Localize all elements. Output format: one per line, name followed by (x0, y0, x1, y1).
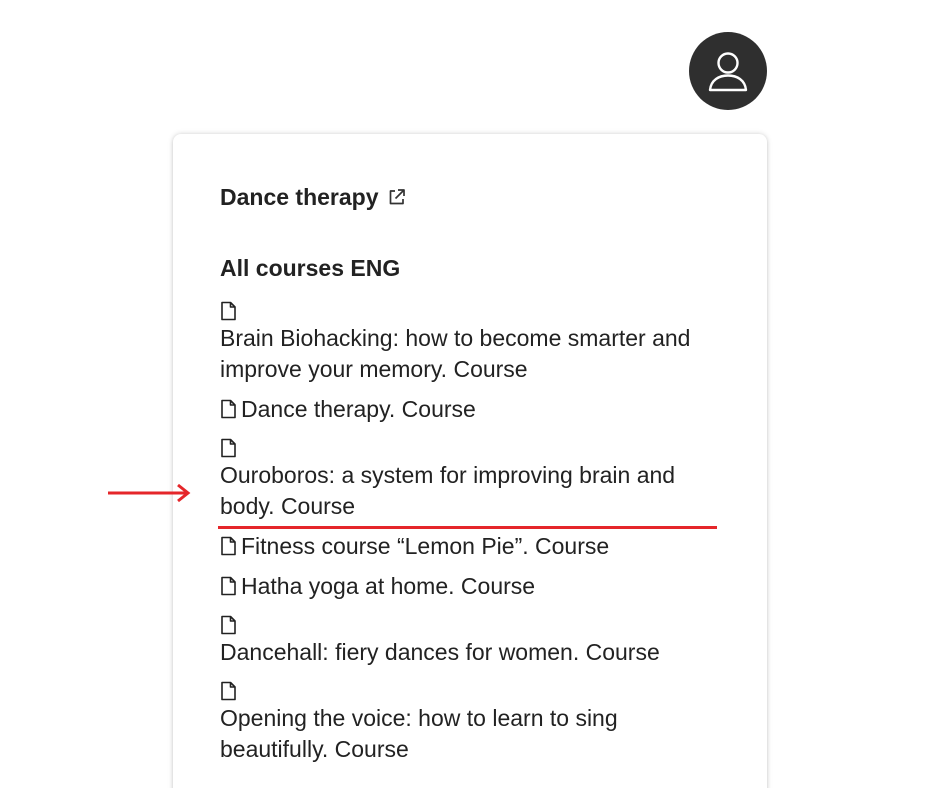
course-label: Opening the voice: how to learn to sing … (220, 705, 618, 762)
course-link-ouroboros[interactable]: Ouroboros: a system for improving brain … (220, 434, 720, 522)
section-heading: All courses ENG (220, 255, 401, 281)
course-link-dance-therapy[interactable]: Dance therapy. Course (220, 394, 720, 425)
course-link-opening-the-voice[interactable]: Opening the voice: how to learn to sing … (220, 677, 720, 765)
course-link-hatha-yoga[interactable]: Hatha yoga at home. Course (220, 571, 720, 602)
document-icon (221, 615, 236, 635)
course-label: Dance therapy. Course (241, 396, 476, 422)
panel-title: Dance therapy (220, 184, 379, 210)
course-label: Fitness course “Lemon Pie”. Course (241, 533, 610, 559)
document-icon (221, 681, 236, 701)
course-link-brain-biohacking[interactable]: Brain Biohacking: how to become smarter … (220, 297, 720, 385)
highlight-underline (218, 526, 717, 529)
course-label: Dancehall: fiery dances for women. Cours… (220, 639, 660, 665)
document-icon (221, 576, 236, 596)
page: Dance therapy All courses ENG Brain Bioh… (0, 0, 940, 788)
external-link-icon[interactable] (387, 187, 407, 207)
course-list: Brain Biohacking: how to become smarter … (220, 297, 720, 774)
document-icon (221, 399, 236, 419)
document-icon (221, 536, 236, 556)
course-link-dancehall[interactable]: Dancehall: fiery dances for women. Cours… (220, 611, 720, 668)
user-avatar-button[interactable] (689, 32, 767, 110)
panel-title-link[interactable]: Dance therapy (220, 183, 407, 211)
course-link-lemon-pie[interactable]: Fitness course “Lemon Pie”. Course (220, 531, 720, 562)
course-label: Ouroboros: a system for improving brain … (220, 462, 676, 519)
right-arrow-icon (108, 483, 191, 503)
document-icon (221, 438, 236, 458)
document-icon (221, 301, 236, 321)
user-avatar-icon (708, 52, 748, 92)
course-label: Hatha yoga at home. Course (241, 573, 536, 599)
course-label: Brain Biohacking: how to become smarter … (220, 325, 691, 382)
